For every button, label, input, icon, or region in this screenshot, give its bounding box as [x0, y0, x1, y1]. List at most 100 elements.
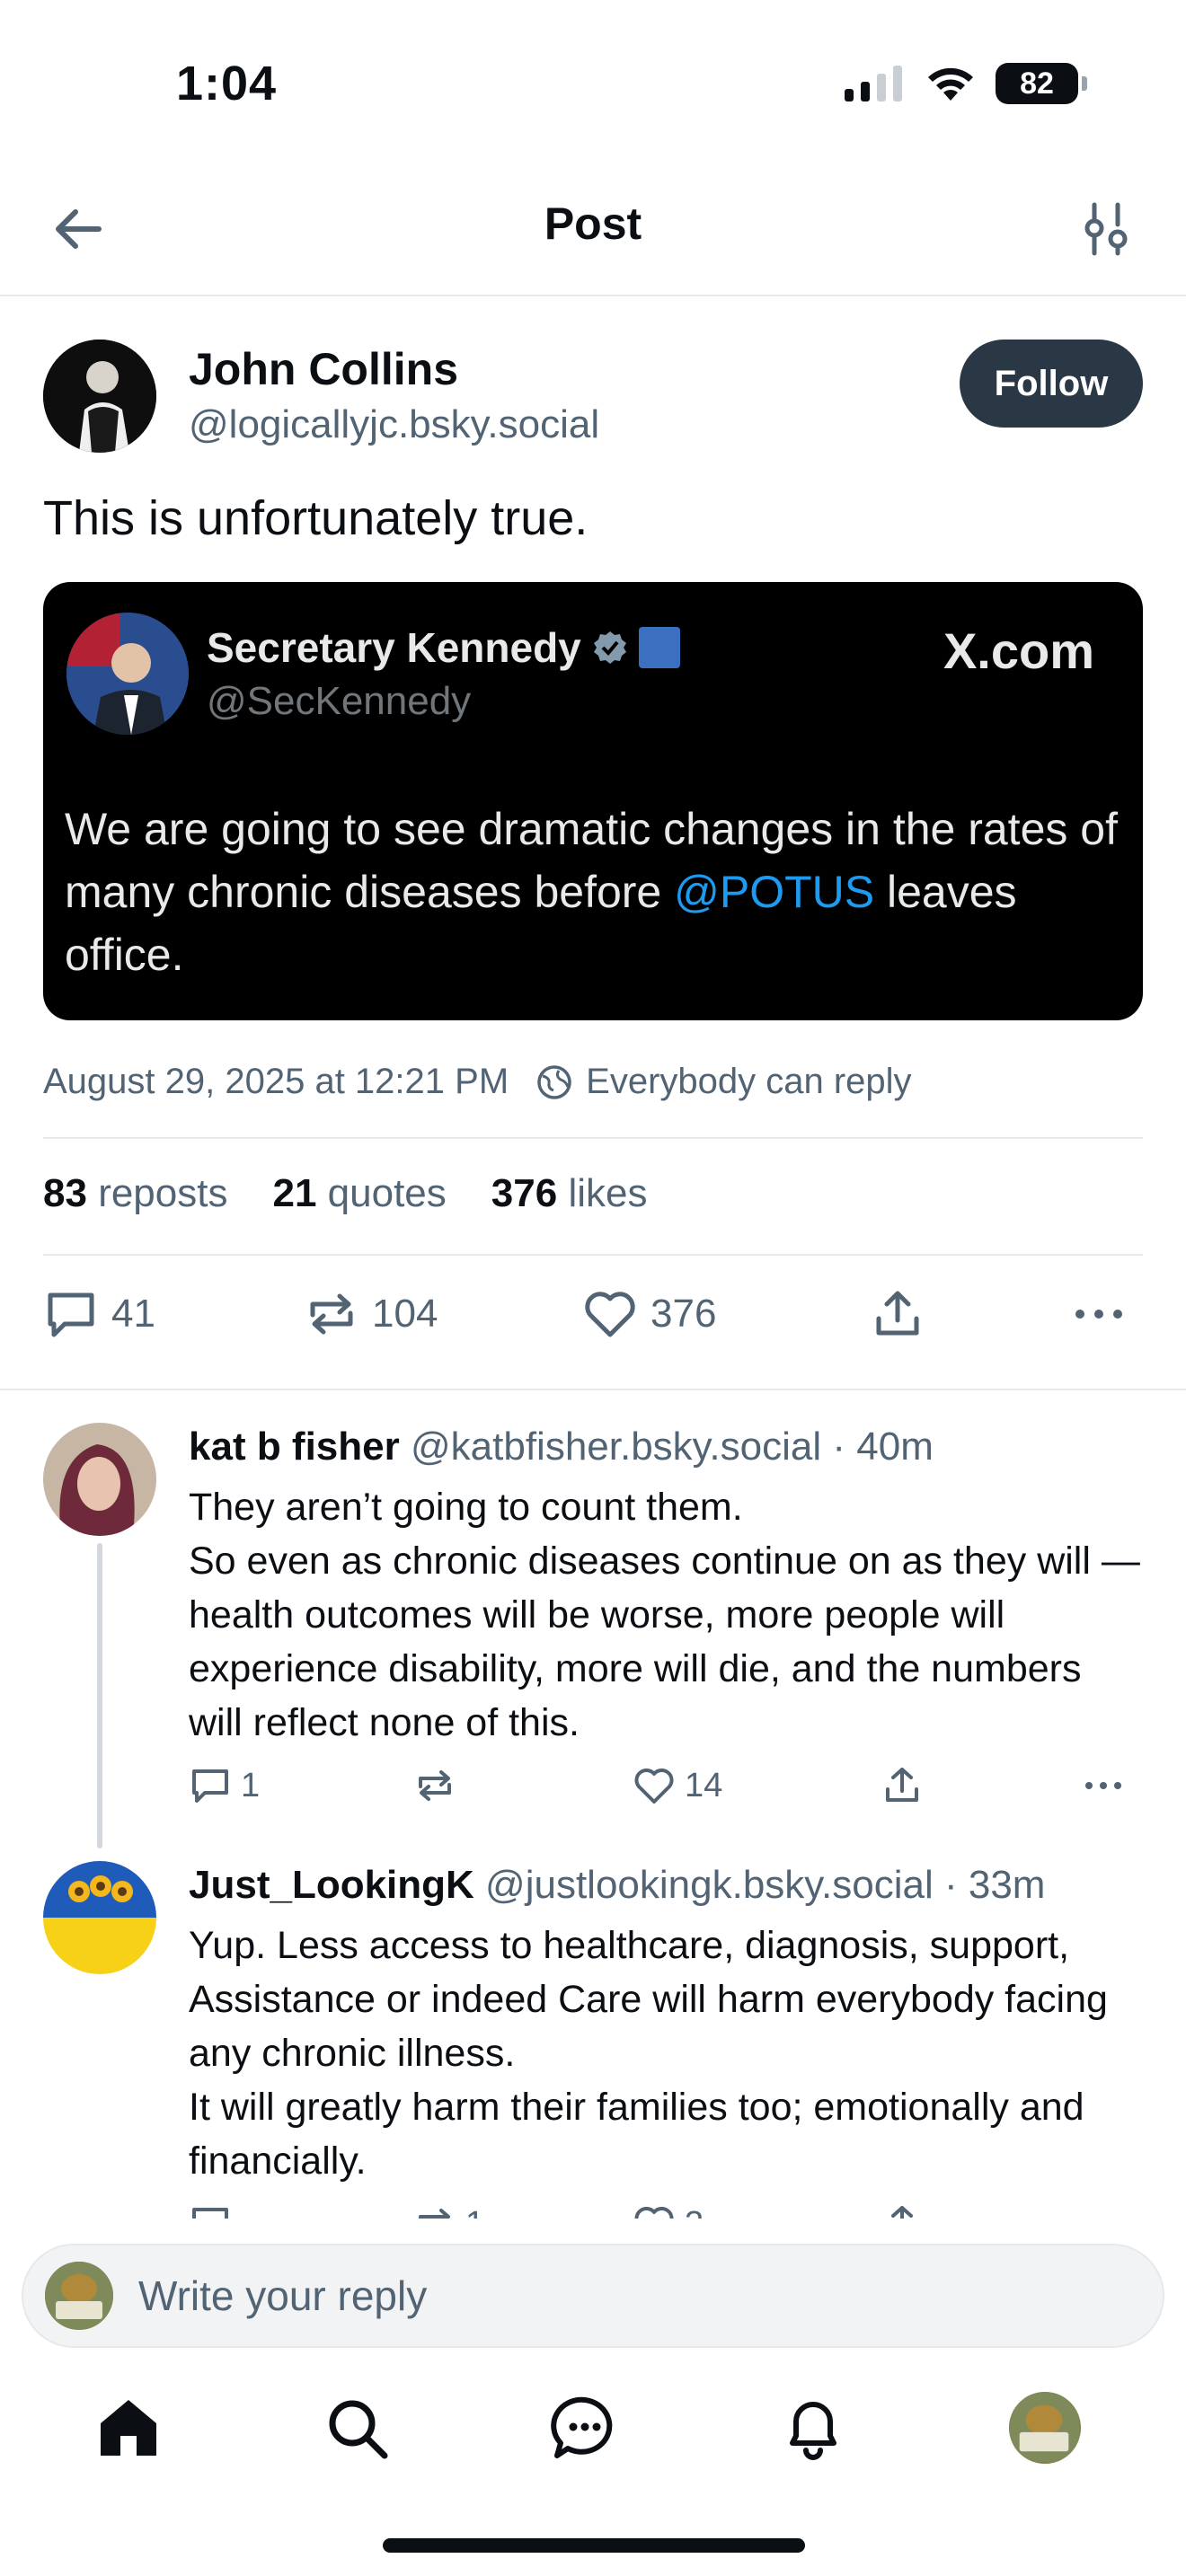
like-button[interactable]: 14: [633, 1764, 722, 1807]
reply-count: 41: [111, 1292, 155, 1336]
reply-avatar[interactable]: [43, 1423, 156, 1536]
divider: [43, 1254, 1143, 1256]
home-indicator: [383, 2538, 805, 2553]
embed-source-label: X.com: [943, 622, 1094, 679]
reply-header: kat b fisher @katbfisher.bsky.social · 4…: [189, 1425, 934, 1469]
author-avatar[interactable]: [43, 340, 156, 453]
cellular-signal-icon: [845, 66, 902, 101]
author-name[interactable]: John Collins: [189, 343, 458, 395]
wifi-icon: [928, 67, 973, 101]
share-button[interactable]: [870, 1286, 925, 1342]
author-avatar-image: [43, 340, 156, 453]
post-text: This is unfortunately true.: [43, 491, 589, 545]
reply-author-handle[interactable]: @katbfisher.bsky.social: [411, 1425, 821, 1469]
post-header: Post: [0, 162, 1186, 296]
nav-chat[interactable]: [544, 2387, 625, 2468]
reply-icon: [192, 1769, 228, 1803]
embed-mention: @POTUS: [674, 867, 875, 917]
government-badge-icon: [638, 627, 680, 668]
reply-header: Just_LookingK @justlookingk.bsky.social …: [189, 1863, 1045, 1908]
reply-button[interactable]: 41: [43, 1286, 155, 1342]
repost-icon: [419, 1770, 451, 1801]
likes-stat[interactable]: 376 likes: [491, 1171, 648, 1216]
reply-age: · 40m: [832, 1425, 934, 1469]
share-icon: [886, 1768, 918, 1802]
like-button[interactable]: 376: [582, 1286, 716, 1342]
status-bar: 1:04 82: [0, 0, 1186, 162]
quotes-label: quotes: [327, 1171, 447, 1215]
share-button[interactable]: [881, 1764, 924, 1807]
reposts-label: reposts: [98, 1171, 228, 1215]
more-options-button[interactable]: [1082, 1764, 1125, 1807]
bottom-nav: [0, 2371, 1186, 2488]
post-timestamp: August 29, 2025 at 12:21 PM: [43, 1062, 509, 1101]
nav-notifications[interactable]: [773, 2387, 854, 2468]
follow-button[interactable]: Follow: [960, 340, 1143, 428]
repost-icon: [310, 1293, 353, 1335]
quotes-stat[interactable]: 21 quotes: [272, 1171, 446, 1216]
like-count: 376: [651, 1292, 717, 1336]
reply-composer[interactable]: Write your reply: [22, 2244, 1164, 2348]
likes-count: 376: [491, 1171, 558, 1215]
quotes-count: 21: [272, 1171, 317, 1215]
reply-text: Yup. Less access to healthcare, diagnosi…: [189, 1924, 1108, 2183]
thread-line: [97, 1543, 102, 1848]
reply-author-handle[interactable]: @justlookingk.bsky.social: [485, 1863, 934, 1907]
embed-avatar: [66, 613, 189, 735]
page-title: Post: [544, 198, 642, 249]
reply-count: 1: [241, 1766, 261, 1804]
reply-setting[interactable]: Everybody can reply: [586, 1062, 911, 1102]
author-handle[interactable]: @logicallyjc.bsky.social: [189, 402, 599, 447]
post-meta: August 29, 2025 at 12:21 PM Everybody ca…: [43, 1062, 912, 1102]
like-count: 14: [685, 1766, 723, 1804]
reply-button[interactable]: 1: [189, 1764, 260, 1807]
composer-avatar-image: [45, 2262, 113, 2330]
share-icon: [876, 1291, 919, 1336]
nav-profile[interactable]: [1005, 2387, 1085, 2468]
profile-avatar-image: [1009, 2392, 1079, 2462]
reposts-stat[interactable]: 83 reposts: [43, 1171, 227, 1216]
post-stats: 83 reposts 21 quotes 376 likes: [43, 1171, 647, 1216]
reply-author-name[interactable]: Just_LookingK: [189, 1863, 474, 1907]
embedded-image[interactable]: Secretary Kennedy @SecKennedy X.com We a…: [43, 582, 1143, 1020]
battery-indicator: 82: [996, 63, 1087, 104]
more-options-button[interactable]: [1071, 1286, 1127, 1342]
heart-icon: [634, 1769, 674, 1804]
home-icon: [101, 2400, 156, 2456]
post-actions: 41 104 376: [43, 1286, 1143, 1358]
nav-home[interactable]: [88, 2387, 169, 2468]
status-icons: 82: [843, 63, 1087, 104]
verified-badge-icon: [593, 631, 626, 664]
reply-avatar-image: [43, 1861, 156, 1974]
repost-button[interactable]: 104: [304, 1286, 438, 1342]
reposts-count: 83: [43, 1171, 87, 1215]
embed-author-name: Secretary Kennedy: [207, 624, 581, 671]
profile-avatar: [1009, 2392, 1081, 2464]
embed-text: We are going to see dramatic changes in …: [65, 798, 1125, 986]
embed-avatar-image: [66, 613, 189, 735]
nav-search[interactable]: [316, 2387, 397, 2468]
thread-settings-icon[interactable]: [1075, 198, 1137, 260]
likes-label: likes: [568, 1171, 648, 1215]
status-time: 1:04: [176, 57, 278, 110]
embed-author: Secretary Kennedy: [207, 623, 680, 672]
embed-handle: @SecKennedy: [207, 679, 472, 723]
repost-button[interactable]: [413, 1764, 465, 1807]
reply-icon: [48, 1292, 94, 1337]
reply-actions: 1 14: [189, 1764, 1141, 1818]
repost-count: 104: [372, 1292, 438, 1336]
section-divider: [0, 1389, 1186, 1390]
globe-icon: [537, 1064, 571, 1099]
more-dots-icon: [1075, 1310, 1122, 1319]
heart-icon: [585, 1292, 635, 1337]
chat-bubble-icon: [551, 2396, 613, 2458]
reply-age: · 33m: [943, 1863, 1046, 1907]
reply-input-placeholder[interactable]: Write your reply: [138, 2272, 427, 2320]
bell-icon: [790, 2402, 836, 2460]
more-dots-icon: [1085, 1782, 1121, 1789]
reply-avatar[interactable]: [43, 1861, 156, 1974]
search-icon: [329, 2400, 388, 2459]
divider: [43, 1137, 1143, 1139]
reply-avatar-image: [43, 1423, 156, 1536]
reply-author-name[interactable]: kat b fisher: [189, 1425, 400, 1469]
